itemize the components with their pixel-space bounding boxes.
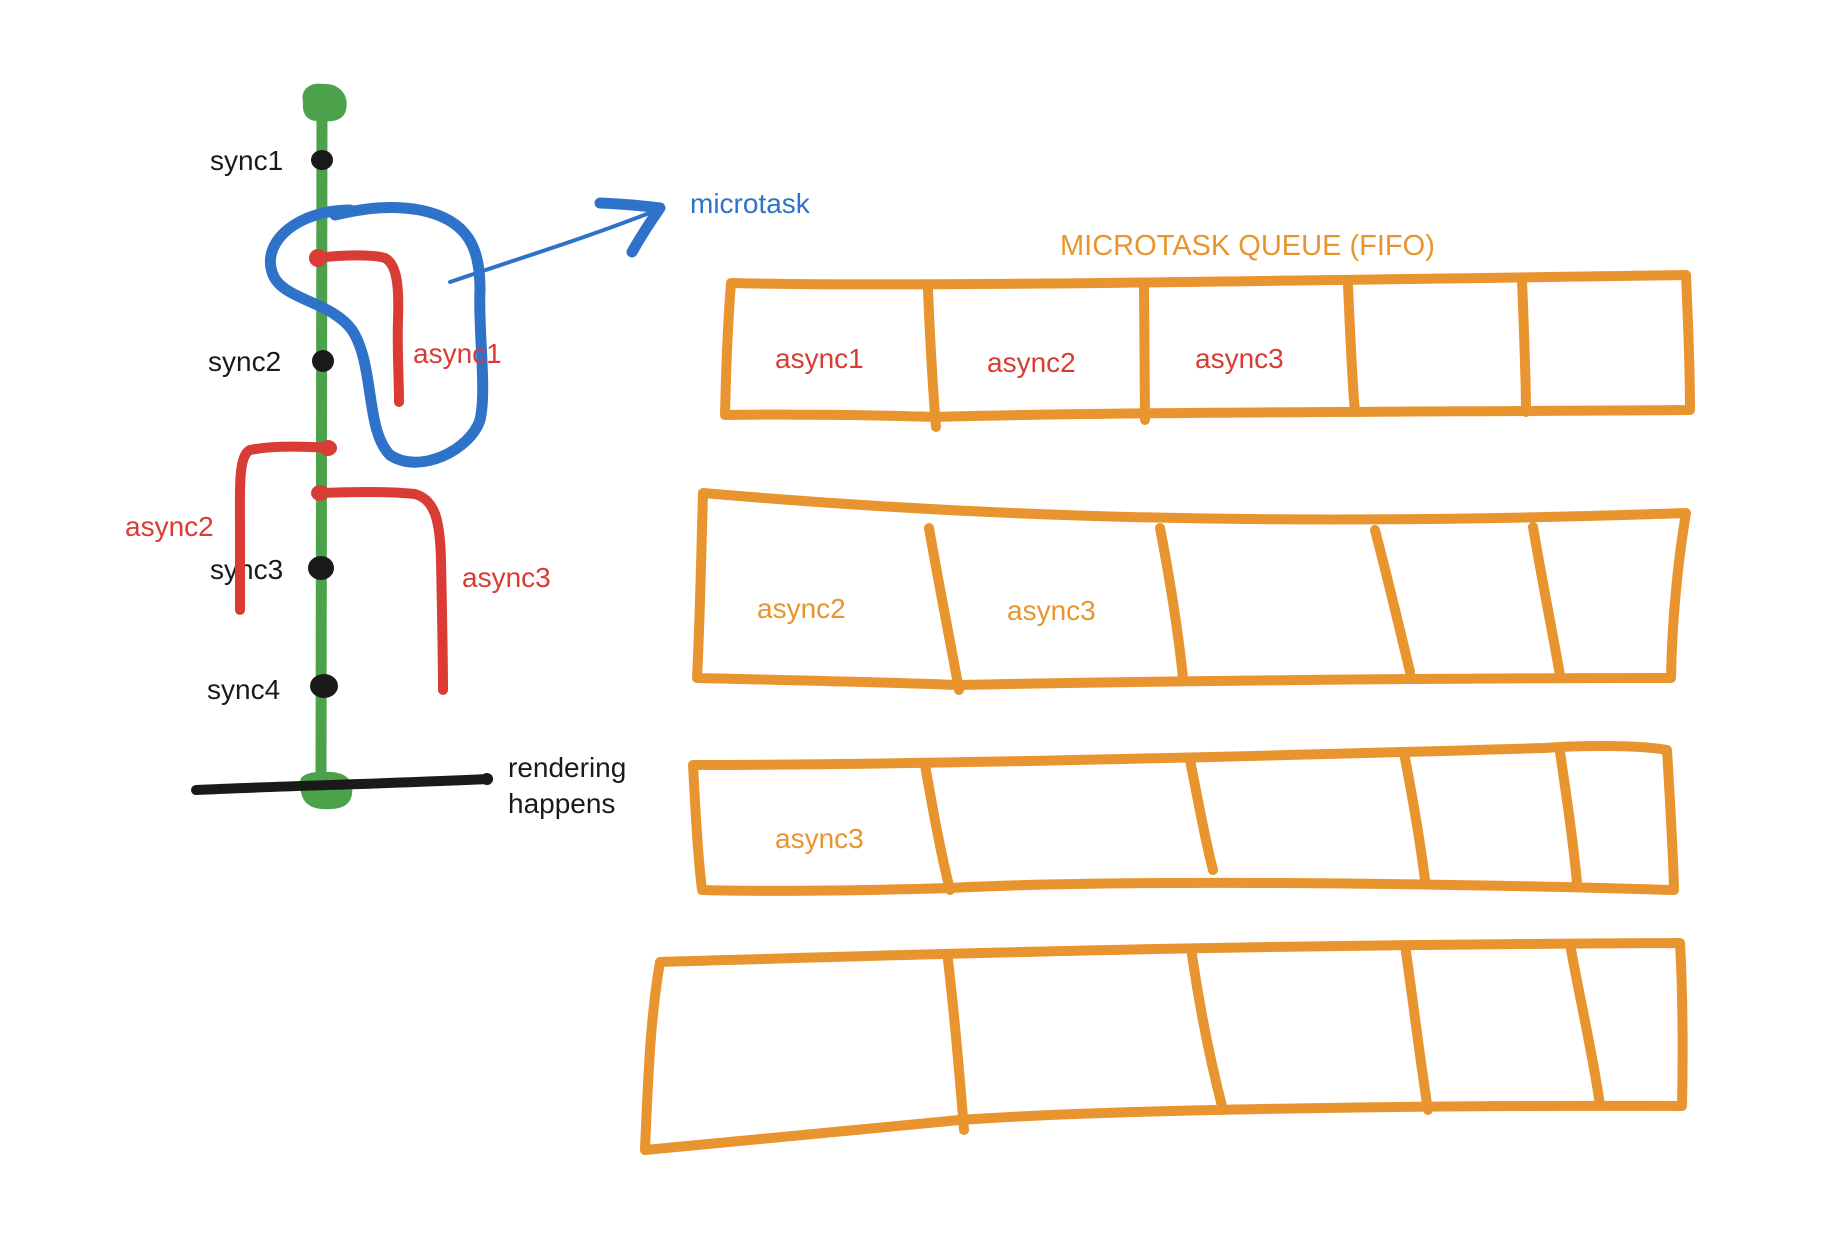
queue-divider <box>1400 753 1430 885</box>
sync3-dot <box>308 556 334 580</box>
sync1-label: sync1 <box>210 145 283 176</box>
queue-divider <box>1343 280 1360 417</box>
queue-divider <box>1187 950 1228 1115</box>
timeline-start-cap <box>302 83 347 122</box>
queue-cell-label: async2 <box>757 593 846 624</box>
queue-divider <box>1139 281 1150 425</box>
queue-cell-label: async2 <box>987 347 1076 378</box>
async3-branch <box>315 487 448 695</box>
queue-cell-label: async3 <box>1007 595 1096 626</box>
queue-row-border <box>692 488 1691 690</box>
async1-label: async1 <box>413 338 502 369</box>
async2-label: async2 <box>125 511 214 542</box>
queue-divider <box>1565 939 1605 1110</box>
queue-divider <box>943 955 969 1135</box>
async1-branch <box>312 250 404 407</box>
queue-divider <box>1400 940 1433 1115</box>
queue-divider <box>1185 755 1218 875</box>
sync3-label: sync3 <box>210 554 283 585</box>
queue-divider <box>1528 522 1565 680</box>
render-line <box>191 774 493 795</box>
queue-divider <box>1517 275 1531 417</box>
queue-divider <box>1555 747 1582 888</box>
queue-divider <box>924 523 964 695</box>
queue-cell-label: async3 <box>1195 343 1284 374</box>
queue-cell-label: async1 <box>775 343 864 374</box>
queue-divider <box>1155 523 1188 683</box>
queue-divider <box>923 285 941 432</box>
event-loop-diagram: sync1 sync2 sync3 sync4 async1 async2 as… <box>125 83 1695 1155</box>
sync4-label: sync4 <box>207 674 280 705</box>
microtask-label: microtask <box>690 188 811 219</box>
queue-row: async2 async3 <box>692 488 1691 695</box>
sync2-dot <box>312 350 334 372</box>
queue-divider <box>920 760 955 895</box>
microtask-loop <box>264 202 489 468</box>
sync1-dot <box>311 150 333 170</box>
sync4-dot <box>310 674 338 698</box>
render-line-end <box>481 773 493 785</box>
microtask-queue: MICROTASK QUEUE (FIFO) async1 async2 asy… <box>640 230 1695 1155</box>
render-label-line1: rendering <box>508 752 626 783</box>
queue-title: MICROTASK QUEUE (FIFO) <box>1060 230 1435 262</box>
queue-row: async3 <box>688 740 1679 896</box>
async1-origin <box>309 249 327 267</box>
async3-origin <box>311 485 329 501</box>
async2-origin <box>319 440 337 456</box>
sync2-label: sync2 <box>208 346 281 377</box>
queue-row: async1 async2 async3 <box>720 270 1695 432</box>
queue-row <box>640 938 1688 1155</box>
queue-divider <box>1370 525 1415 677</box>
render-label-line2: happens <box>508 788 615 819</box>
queue-row-border <box>640 938 1688 1155</box>
async3-label: async3 <box>462 562 551 593</box>
queue-cell-label: async3 <box>775 823 864 854</box>
timeline: sync1 sync2 sync3 sync4 async1 async2 as… <box>125 83 811 819</box>
queue-row-border <box>688 740 1679 896</box>
microtask-arrow <box>448 210 654 284</box>
